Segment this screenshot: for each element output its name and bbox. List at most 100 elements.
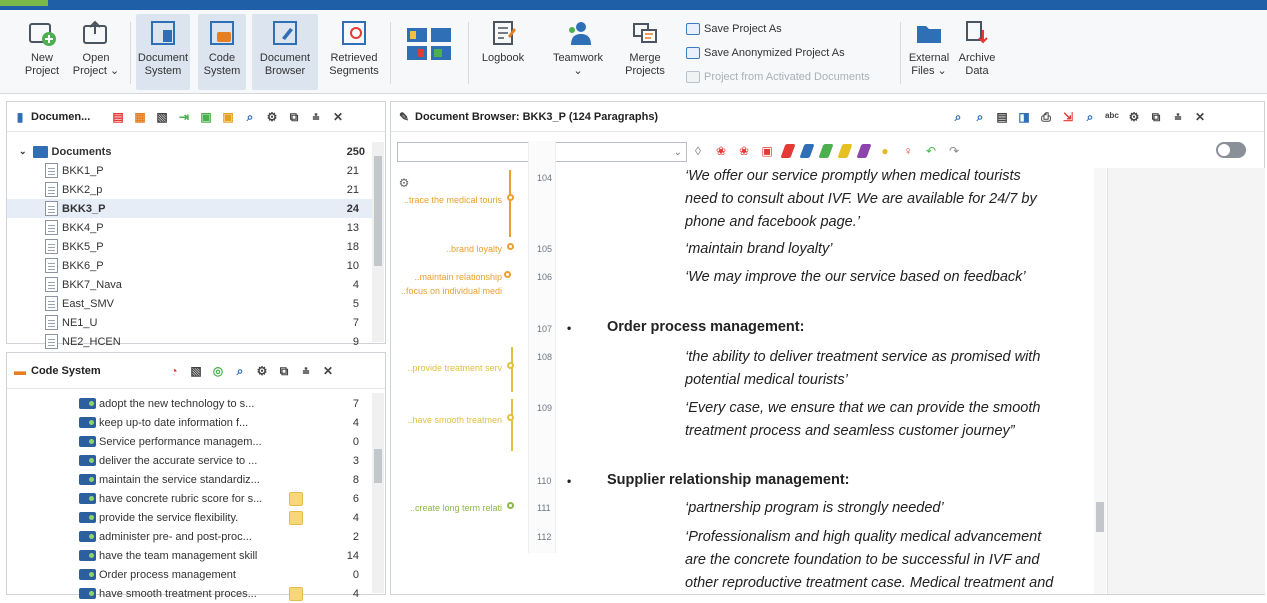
document-text-line[interactable]: ‘We offer our service promptly when medi… bbox=[685, 168, 1021, 184]
teamwork-button[interactable]: Teamwork ⌄ bbox=[548, 14, 608, 90]
code-item[interactable]: Service performance managem... 0 bbox=[7, 432, 377, 451]
document-text-line[interactable]: ‘maintain brand loyalty’ bbox=[685, 241, 833, 257]
section-heading[interactable]: Order process management: bbox=[607, 319, 804, 335]
minimize-icon[interactable]: ⩮ bbox=[299, 364, 313, 378]
print-icon[interactable]: ⎙ bbox=[1039, 110, 1053, 124]
document-item[interactable]: NE2_HCEN 9 bbox=[7, 332, 377, 351]
code-new-icon[interactable]: ❀ bbox=[714, 144, 728, 158]
coding-stripe-node-icon[interactable] bbox=[507, 502, 514, 509]
gear-icon[interactable]: ⚙ bbox=[255, 364, 269, 378]
activate-codes-icon[interactable]: ◎ bbox=[211, 364, 225, 378]
memo-doc-icon[interactable]: ▣ bbox=[221, 110, 235, 124]
yellow-highlighter-icon[interactable] bbox=[837, 144, 853, 158]
archive-data-button[interactable]: Archive Data bbox=[956, 14, 998, 90]
close-icon[interactable]: ✕ bbox=[321, 364, 335, 378]
collapse-chevron-icon[interactable]: ⌄ bbox=[19, 146, 27, 157]
logbook-button[interactable]: Logbook bbox=[474, 14, 532, 90]
coding-stripe-node-icon[interactable] bbox=[507, 414, 514, 421]
minimize-icon[interactable]: ⩮ bbox=[1171, 110, 1185, 124]
documents-scrollbar[interactable] bbox=[372, 142, 384, 342]
split-view-icon[interactable]: ◨ bbox=[1017, 110, 1031, 124]
search-icon[interactable]: ⌕ bbox=[233, 364, 247, 378]
document-text-line[interactable]: are the concrete foundation to be succes… bbox=[685, 552, 1039, 568]
gear-icon[interactable]: ⚙ bbox=[397, 176, 411, 190]
document-text-line[interactable]: ‘Professionalism and high quality medica… bbox=[685, 529, 1041, 545]
coded-segment-label[interactable]: ..brand loyalty bbox=[397, 244, 502, 254]
import-icon[interactable]: ▤ bbox=[111, 110, 125, 124]
code-item[interactable]: administer pre- and post-proc... 2 bbox=[7, 527, 377, 546]
purple-highlighter-icon[interactable] bbox=[856, 144, 872, 158]
document-system-button[interactable]: Document System bbox=[136, 14, 190, 90]
coded-segment-label[interactable]: ..focus on individual medi bbox=[397, 286, 502, 296]
memo-icon[interactable] bbox=[289, 510, 303, 525]
project-from-activated-button[interactable]: Project from Activated Documents bbox=[686, 68, 870, 86]
coded-segment-label[interactable]: ..maintain relationship bbox=[397, 272, 502, 282]
coding-stripe[interactable] bbox=[509, 170, 511, 237]
document-item[interactable]: BKK6_P 10 bbox=[7, 256, 377, 275]
document-item[interactable]: BKK5_P 18 bbox=[7, 237, 377, 256]
document-text-line[interactable]: ‘Every case, we ensure that we can provi… bbox=[685, 400, 1040, 416]
close-icon[interactable]: ✕ bbox=[331, 110, 345, 124]
undo-code-icon[interactable]: ↶ bbox=[924, 144, 938, 158]
code-item[interactable]: have concrete rubric score for s... 6 bbox=[7, 489, 377, 508]
document-text-line[interactable]: other reproductive treatment case. Medic… bbox=[685, 575, 1053, 591]
gear-icon[interactable]: ⚙ bbox=[265, 110, 279, 124]
coding-stripe[interactable] bbox=[511, 347, 513, 392]
filter-icon[interactable]: ▧ bbox=[189, 364, 203, 378]
document-text-line[interactable]: ‘We may improve the our service based on… bbox=[685, 269, 1026, 285]
document-text-line[interactable]: need to consult about IVF. We are availa… bbox=[685, 191, 1037, 207]
minimize-icon[interactable]: ⩮ bbox=[309, 110, 323, 124]
import-doc-icon[interactable]: ▦ bbox=[133, 110, 147, 124]
search-icon[interactable]: ⌕ bbox=[1083, 110, 1097, 124]
code-in-vivo-icon[interactable]: ❀ bbox=[737, 144, 751, 158]
code-item[interactable]: deliver the accurate service to ... 3 bbox=[7, 451, 377, 470]
document-text-line[interactable]: ‘the ability to deliver treatment servic… bbox=[685, 349, 1040, 365]
coded-segment-label[interactable]: ..have smooth treatmen bbox=[397, 415, 502, 425]
coding-stripe-node-icon[interactable] bbox=[507, 243, 514, 250]
section-heading[interactable]: Supplier relationship management: bbox=[607, 472, 850, 488]
code-item[interactable]: adopt the new technology to s... 7 bbox=[7, 394, 377, 413]
undock-icon[interactable]: ⧉ bbox=[277, 364, 291, 378]
code-item[interactable]: have the team management skill 14 bbox=[7, 546, 377, 565]
undock-icon[interactable]: ⧉ bbox=[287, 110, 301, 124]
save-project-as-button[interactable]: Save Project As bbox=[686, 20, 782, 38]
merge-projects-button[interactable]: Merge Projects bbox=[620, 14, 670, 90]
document-item[interactable]: BKK7_Nava 4 bbox=[7, 275, 377, 294]
code-item[interactable]: Order process management 0 bbox=[7, 565, 377, 584]
doc-view-icon[interactable]: ▤ bbox=[995, 110, 1009, 124]
code-system-scroll-thumb[interactable] bbox=[374, 449, 382, 483]
activate-icon[interactable]: ⇥ bbox=[177, 110, 191, 124]
code-item[interactable]: maintain the service standardiz... 8 bbox=[7, 470, 377, 489]
coding-stripe-node-icon[interactable] bbox=[507, 362, 514, 369]
coding-stripe-node-icon[interactable] bbox=[507, 194, 514, 201]
visual-tools-button[interactable] bbox=[396, 14, 462, 90]
document-browser-button[interactable]: Document Browser bbox=[252, 14, 318, 90]
document-item[interactable]: BKK2_p 21 bbox=[7, 180, 377, 199]
filter-icon[interactable]: ▧ bbox=[155, 110, 169, 124]
document-item[interactable]: BKK4_P 13 bbox=[7, 218, 377, 237]
diamond-icon[interactable]: ◊ bbox=[691, 144, 705, 158]
documents-scroll-thumb[interactable] bbox=[374, 156, 382, 266]
coded-segment-label[interactable]: ..trace the medical touris bbox=[397, 195, 502, 205]
new-code-icon[interactable]: ◔ bbox=[167, 364, 181, 378]
export-icon[interactable]: ⇲ bbox=[1061, 110, 1075, 124]
redo-code-icon[interactable]: ↷ bbox=[947, 144, 961, 158]
code-item[interactable]: keep up-to date information f... 4 bbox=[7, 413, 377, 432]
search-icon[interactable]: ⌕ bbox=[243, 110, 257, 124]
close-icon[interactable]: ✕ bbox=[1193, 110, 1207, 124]
document-text-line[interactable]: phone and facebook page.’ bbox=[685, 214, 860, 230]
document-scrollbar[interactable] bbox=[1094, 168, 1106, 594]
code-doc-icon[interactable]: ▣ bbox=[199, 110, 213, 124]
document-text-line[interactable]: treatment process and seamless customer … bbox=[685, 423, 1015, 439]
document-item[interactable]: East_SMV 5 bbox=[7, 294, 377, 313]
spellcheck-icon[interactable]: ᵃᵇᶜ bbox=[1105, 110, 1119, 124]
memo-icon[interactable] bbox=[289, 491, 303, 506]
undock-icon[interactable]: ⧉ bbox=[1149, 110, 1163, 124]
code-item[interactable]: have smooth treatment proces... 4 bbox=[7, 584, 377, 603]
retrieved-segments-button[interactable]: Retrieved Segments bbox=[324, 14, 384, 90]
document-text-line[interactable]: potential medical tourists’ bbox=[685, 372, 848, 388]
documents-root[interactable]: ⌄ Documents 250 bbox=[7, 142, 377, 161]
code-item[interactable]: provide the service flexibility. 4 bbox=[7, 508, 377, 527]
emoticon-icon[interactable]: ● bbox=[878, 144, 892, 158]
zoom-in-icon[interactable]: ⌕ bbox=[951, 110, 965, 124]
